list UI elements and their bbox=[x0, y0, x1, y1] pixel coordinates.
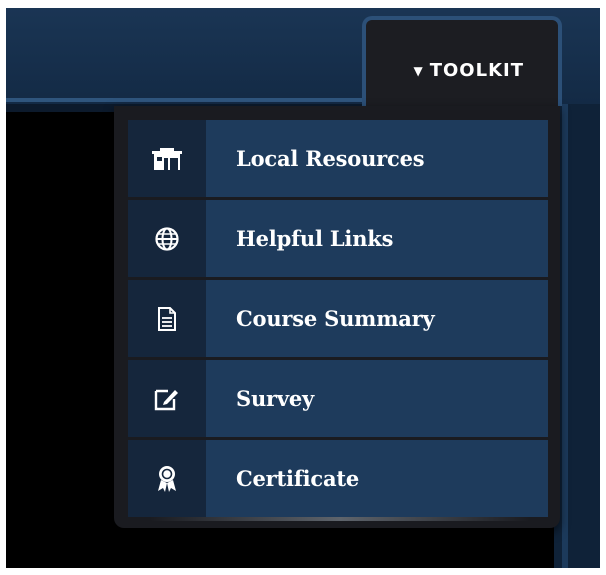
toolkit-tab[interactable]: ▼ TOOLKIT bbox=[362, 16, 562, 106]
menu-item-helpful-links[interactable]: Helpful Links bbox=[128, 200, 548, 277]
globe-icon bbox=[128, 200, 206, 277]
right-side-panel bbox=[554, 104, 600, 568]
menu-item-label: Survey bbox=[206, 360, 548, 437]
menu-item-survey[interactable]: Survey bbox=[128, 360, 548, 437]
toolkit-menu-list: Local Resources Helpful Links Course Sum bbox=[128, 120, 548, 520]
right-side-panel-edge bbox=[562, 104, 568, 568]
menu-item-label: Helpful Links bbox=[206, 200, 548, 277]
menu-item-course-summary[interactable]: Course Summary bbox=[128, 280, 548, 357]
triangle-down-icon: ▼ bbox=[413, 63, 424, 78]
toolkit-label: TOOLKIT bbox=[429, 60, 524, 81]
menu-item-local-resources[interactable]: Local Resources bbox=[128, 120, 548, 197]
building-icon bbox=[128, 120, 206, 197]
toolkit-label-group: ▼ TOOLKIT bbox=[413, 60, 524, 81]
menu-item-label: Course Summary bbox=[206, 280, 548, 357]
document-icon bbox=[128, 280, 206, 357]
header-divider bbox=[6, 98, 368, 102]
menu-item-label: Local Resources bbox=[206, 120, 548, 197]
menu-item-certificate[interactable]: Certificate bbox=[128, 440, 548, 517]
award-ribbon-icon bbox=[128, 440, 206, 517]
edit-pencil-icon bbox=[128, 360, 206, 437]
menu-item-label: Certificate bbox=[206, 440, 548, 517]
